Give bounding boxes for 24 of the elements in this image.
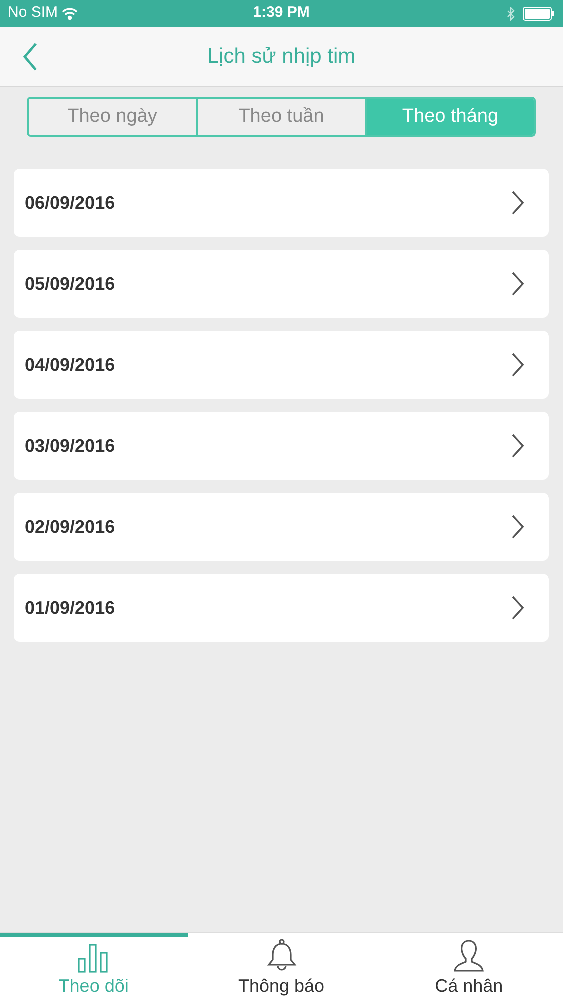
wifi-icon xyxy=(62,8,78,20)
bar-chart-icon xyxy=(76,943,111,973)
chevron-right-icon xyxy=(511,271,525,297)
bell-icon xyxy=(266,939,298,973)
chevron-right-icon xyxy=(511,595,525,621)
page-title: Lịch sử nhịp tim xyxy=(206,44,357,70)
chevron-right-icon xyxy=(511,190,525,216)
battery-icon xyxy=(523,6,556,20)
clock-label: 1:39 PM xyxy=(253,3,310,24)
date-row[interactable]: 04/09/2016 xyxy=(14,331,549,399)
date-row[interactable]: 01/09/2016 xyxy=(14,574,549,642)
chevron-right-icon xyxy=(511,514,525,540)
date-row[interactable]: 06/09/2016 xyxy=(14,169,549,237)
date-row[interactable]: 05/09/2016 xyxy=(14,250,549,318)
tab-bar-item[interactable]: Thông báo xyxy=(188,933,376,1000)
date-row[interactable]: 02/09/2016 xyxy=(14,493,549,561)
tab-bar-item[interactable]: Cá nhân xyxy=(375,933,563,1000)
date-row[interactable]: 03/09/2016 xyxy=(14,412,549,480)
carrier-label: No SIM xyxy=(8,3,58,24)
bluetooth-icon xyxy=(507,6,516,20)
chevron-right-icon xyxy=(511,433,525,459)
chevron-right-icon xyxy=(511,352,525,378)
person-icon xyxy=(453,939,486,973)
back-chevron-icon xyxy=(22,42,38,72)
